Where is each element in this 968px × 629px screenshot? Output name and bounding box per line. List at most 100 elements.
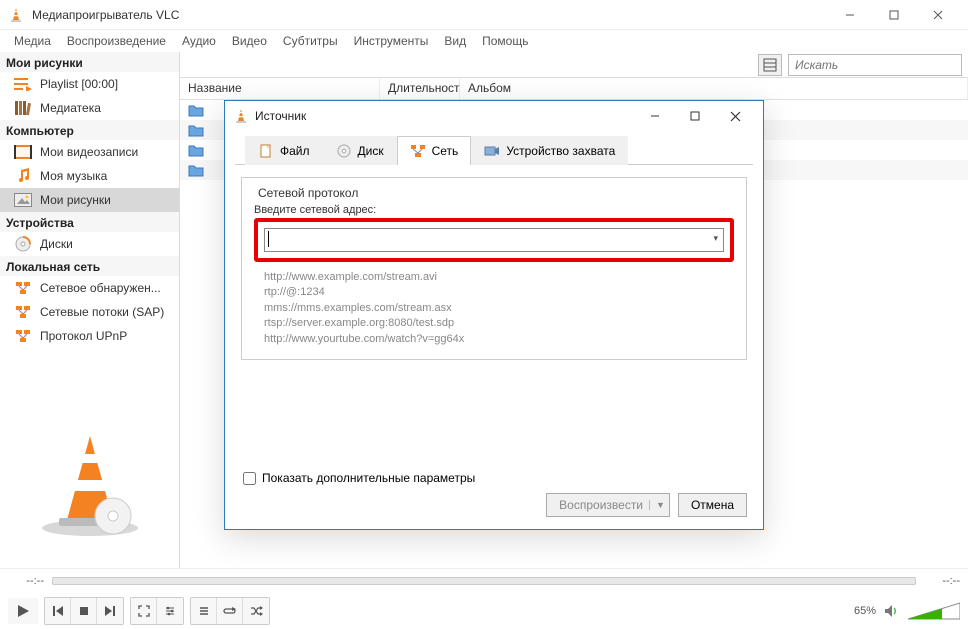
sidebar-item-upnp[interactable]: Протокол UPnP — [0, 324, 179, 348]
sidebar-item-label: Playlist [00:00] — [40, 77, 118, 91]
menu-media[interactable]: Медиа — [6, 32, 59, 50]
network-icon — [410, 143, 426, 159]
menu-bar: Медиа Воспроизведение Аудио Видео Субтит… — [0, 30, 968, 52]
dialog-title: Источник — [255, 109, 635, 123]
sidebar-item-net-discovery[interactable]: Сетевое обнаружен... — [0, 276, 179, 300]
menu-help[interactable]: Помощь — [474, 32, 536, 50]
sidebar-section-my-pictures: Мои рисунки — [0, 52, 179, 72]
stop-button[interactable] — [71, 598, 97, 624]
dialog-tabs: Файл Диск Сеть Устройство захвата — [235, 131, 753, 165]
url-prompt-label: Введите сетевой адрес: — [254, 204, 734, 216]
menu-subtitles[interactable]: Субтитры — [275, 32, 346, 50]
folder-icon — [188, 103, 204, 117]
capture-icon — [484, 143, 500, 159]
tab-file[interactable]: Файл — [245, 136, 323, 165]
more-options-checkbox[interactable] — [243, 472, 256, 485]
network-icon — [14, 280, 32, 296]
tab-label: Файл — [280, 144, 310, 158]
window-close-button[interactable] — [916, 0, 960, 30]
disc-icon — [14, 236, 32, 252]
column-name[interactable]: Название — [180, 78, 380, 99]
loop-button[interactable] — [217, 598, 243, 624]
more-options-label: Показать дополнительные параметры — [262, 471, 475, 485]
tab-label: Сеть — [432, 144, 459, 158]
sidebar-item-playlist[interactable]: Playlist [00:00] — [0, 72, 179, 96]
network-url-input[interactable] — [264, 228, 724, 252]
play-button[interactable]: Воспроизвести ▼ — [546, 493, 670, 517]
fullscreen-button[interactable] — [131, 598, 157, 624]
playlist-icon — [14, 76, 32, 92]
sidebar-item-label: Медиатека — [40, 101, 101, 115]
volume-slider[interactable] — [908, 601, 960, 621]
folder-icon — [188, 123, 204, 137]
sidebar-item-label: Мои рисунки — [40, 193, 111, 207]
extended-settings-button[interactable] — [157, 598, 183, 624]
window-maximize-button[interactable] — [872, 0, 916, 30]
text-caret — [268, 231, 269, 247]
play-pause-button[interactable] — [8, 598, 38, 624]
sidebar: Мои рисунки Playlist [00:00] Медиатека К… — [0, 52, 180, 568]
network-icon — [14, 304, 32, 320]
group-label: Сетевой протокол — [254, 186, 362, 200]
seek-slider[interactable] — [52, 577, 916, 585]
music-note-icon — [14, 168, 32, 184]
speaker-icon[interactable] — [884, 604, 900, 618]
network-protocol-group: Сетевой протокол Введите сетевой адрес: … — [241, 177, 747, 360]
vlc-cone-icon — [233, 108, 249, 124]
sidebar-item-pictures[interactable]: Мои рисунки — [0, 188, 179, 212]
sidebar-item-label: Сетевое обнаружен... — [40, 281, 161, 295]
next-button[interactable] — [97, 598, 123, 624]
sidebar-item-discs[interactable]: Диски — [0, 232, 179, 256]
menu-tools[interactable]: Инструменты — [346, 32, 437, 50]
sidebar-item-music[interactable]: Моя музыка — [0, 164, 179, 188]
cancel-button[interactable]: Отмена — [678, 493, 747, 517]
film-icon — [14, 144, 32, 160]
sidebar-section-devices: Устройства — [0, 212, 179, 232]
menu-view[interactable]: Вид — [436, 32, 474, 50]
cancel-button-label: Отмена — [691, 498, 734, 512]
menu-video[interactable]: Видео — [224, 32, 275, 50]
player-bar: --:-- --:-- 65% — [0, 568, 968, 628]
pictures-icon — [14, 192, 32, 208]
folder-icon — [188, 163, 204, 177]
chevron-down-icon[interactable]: ▼ — [649, 500, 665, 510]
playlist-search-input[interactable] — [788, 54, 962, 76]
window-title: Медиапроигрыватель VLC — [32, 8, 828, 22]
sidebar-item-label: Моя музыка — [40, 169, 107, 183]
library-icon — [14, 100, 32, 116]
sidebar-item-sap[interactable]: Сетевые потоки (SAP) — [0, 300, 179, 324]
sidebar-item-library[interactable]: Медиатека — [0, 96, 179, 120]
dialog-minimize-button[interactable] — [635, 102, 675, 130]
previous-button[interactable] — [45, 598, 71, 624]
window-minimize-button[interactable] — [828, 0, 872, 30]
view-mode-button[interactable] — [758, 54, 782, 76]
sidebar-item-label: Мои видеозаписи — [40, 145, 138, 159]
column-duration[interactable]: Длительност — [380, 78, 460, 99]
disc-icon — [336, 143, 352, 159]
dialog-maximize-button[interactable] — [675, 102, 715, 130]
album-art-area — [0, 398, 179, 568]
network-icon — [14, 328, 32, 344]
sidebar-item-videos[interactable]: Мои видеозаписи — [0, 140, 179, 164]
tab-capture[interactable]: Устройство захвата — [471, 136, 628, 165]
tab-network[interactable]: Сеть — [397, 136, 472, 165]
sidebar-item-label: Сетевые потоки (SAP) — [40, 305, 164, 319]
sidebar-section-computer: Компьютер — [0, 120, 179, 140]
menu-playback[interactable]: Воспроизведение — [59, 32, 174, 50]
sidebar-item-label: Диски — [40, 237, 73, 251]
column-album[interactable]: Альбом — [460, 78, 968, 99]
time-elapsed: --:-- — [8, 575, 44, 587]
time-total: --:-- — [924, 575, 960, 587]
chevron-down-icon[interactable]: ▾ — [713, 233, 718, 244]
toggle-playlist-button[interactable] — [191, 598, 217, 624]
vlc-cone-icon — [8, 7, 24, 23]
file-icon — [258, 143, 274, 159]
window-titlebar: Медиапроигрыватель VLC — [0, 0, 968, 30]
dialog-titlebar: Источник — [225, 101, 763, 131]
url-highlight: ▾ — [254, 218, 734, 262]
dialog-close-button[interactable] — [715, 102, 755, 130]
playlist-column-headers[interactable]: Название Длительност Альбом — [180, 78, 968, 100]
menu-audio[interactable]: Аудио — [174, 32, 224, 50]
tab-disc[interactable]: Диск — [323, 136, 397, 165]
shuffle-button[interactable] — [243, 598, 269, 624]
